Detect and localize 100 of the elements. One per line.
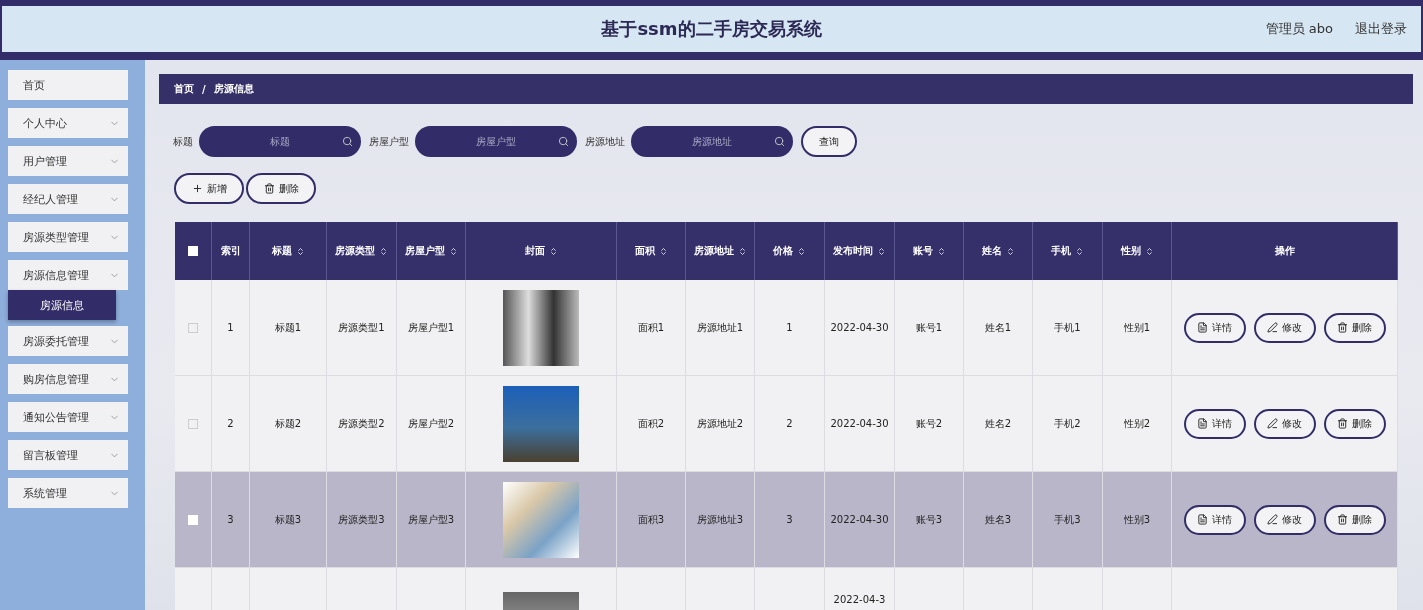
sort-icon[interactable] [295, 246, 305, 256]
sidebar-item[interactable]: 留言板管理 [8, 440, 128, 470]
header-cell: 姓名 [964, 222, 1033, 280]
logout-link[interactable]: 退出登录 [1355, 20, 1407, 38]
table-cell: 房源地址3 [686, 472, 755, 568]
header-cell: 发布时间 [825, 222, 895, 280]
table-cell: 面积2 [617, 376, 686, 472]
sort-icon[interactable] [1005, 246, 1015, 256]
table-cell: 性别1 [1103, 280, 1172, 376]
header-cell: 房源地址 [686, 222, 755, 280]
search-icon [774, 136, 785, 147]
header-cell: 房屋户型 [397, 222, 466, 280]
sort-icon[interactable] [737, 246, 747, 256]
table-cell: 房源类型3 [327, 472, 397, 568]
sidebar-item[interactable]: 房源信息管理 [8, 260, 128, 290]
table-cell: 手机3 [1033, 472, 1103, 568]
table-cell: 1 [755, 280, 825, 376]
plus-icon [191, 183, 203, 194]
header-cell: 操作 [1172, 222, 1398, 280]
table-cell: 标题3 [250, 472, 327, 568]
sidebar-item[interactable]: 房源类型管理 [8, 222, 128, 252]
table-cell: 1 [212, 280, 250, 376]
sidebar-item[interactable]: 购房信息管理 [8, 364, 128, 394]
table-cell: 房源地址2 [686, 376, 755, 472]
detail-button[interactable]: 详情 [1183, 312, 1246, 343]
table-cell: 姓名1 [964, 280, 1033, 376]
delete-button[interactable]: 删除 [246, 173, 316, 204]
sort-icon[interactable] [548, 246, 558, 256]
search-field[interactable]: 标题 [199, 126, 361, 157]
header-cell: 房源类型 [327, 222, 397, 280]
sort-icon[interactable] [658, 246, 668, 256]
document-icon [1197, 322, 1208, 333]
app-title: 基于ssm的二手房交易系统 [601, 17, 822, 41]
edit-button[interactable]: 修改 [1253, 408, 1316, 439]
sort-icon[interactable] [1075, 246, 1084, 256]
header-cell: 标题 [250, 222, 327, 280]
checkbox[interactable] [188, 418, 198, 429]
pen-icon [1267, 418, 1278, 429]
table-cell: 2 [212, 376, 250, 472]
search-icon [342, 136, 353, 147]
table-cell: 房屋户型3 [397, 472, 466, 568]
table-cell: 账号3 [895, 472, 964, 568]
table-cell: 面积3 [617, 472, 686, 568]
table-cell: 手机1 [1033, 280, 1103, 376]
detail-button[interactable]: 详情 [1183, 408, 1246, 439]
trash-icon [1337, 514, 1348, 525]
table-cell: 标题1 [250, 280, 327, 376]
table-cell: 2022-04-30 [825, 376, 895, 472]
header-cell: 面积 [617, 222, 686, 280]
checkbox[interactable] [188, 322, 198, 333]
sidebar-item[interactable]: 个人中心 [8, 108, 128, 138]
table-cell: 2022-04-3 [825, 568, 895, 610]
search-button[interactable]: 查询 [801, 126, 857, 157]
header-cell: 封面 [466, 222, 617, 280]
trash-icon [1337, 322, 1348, 333]
edit-button[interactable]: 修改 [1253, 312, 1316, 343]
sidebar-item[interactable]: 房源委托管理 [8, 326, 128, 356]
pen-icon [1267, 322, 1278, 333]
search-field[interactable]: 房源地址 [631, 126, 793, 157]
add-button[interactable]: 新增 [174, 173, 244, 204]
filter-label: 房源地址 [585, 134, 625, 149]
trash-icon [263, 183, 275, 194]
table-cell: 性别3 [1103, 472, 1172, 568]
header-cell: 手机 [1033, 222, 1103, 280]
table-cell: 房源类型1 [327, 280, 397, 376]
sidebar-item[interactable]: 通知公告管理 [8, 402, 128, 432]
sidebar-item[interactable]: 用户管理 [8, 146, 128, 176]
document-icon [1197, 514, 1208, 525]
sort-icon[interactable] [877, 246, 886, 256]
table-cell: 姓名3 [964, 472, 1033, 568]
table-cell: 房源类型2 [327, 376, 397, 472]
sort-icon[interactable] [1144, 246, 1154, 256]
table-cell: 3 [212, 472, 250, 568]
delete-button[interactable]: 删除 [1323, 504, 1386, 535]
sidebar-subitem[interactable]: 房源信息 [8, 290, 116, 320]
sort-icon[interactable] [936, 246, 946, 256]
sort-icon[interactable] [379, 246, 388, 256]
sidebar-item[interactable]: 首页 [8, 70, 128, 100]
table-cell: 2 [755, 376, 825, 472]
sort-icon[interactable] [797, 246, 806, 256]
delete-button[interactable]: 删除 [1323, 312, 1386, 343]
breadcrumb-separator: / [202, 83, 206, 95]
table-cell: 房源地址1 [686, 280, 755, 376]
sort-icon[interactable] [448, 246, 458, 256]
table-cell: 账号2 [895, 376, 964, 472]
detail-button[interactable]: 详情 [1183, 504, 1246, 535]
search-field[interactable]: 房屋户型 [415, 126, 577, 157]
breadcrumb-item[interactable]: 首页 [174, 82, 194, 96]
header-cell: 价格 [755, 222, 825, 280]
table-cell: 3 [755, 472, 825, 568]
filter-label: 标题 [173, 134, 193, 149]
table-cell: 性别2 [1103, 376, 1172, 472]
breadcrumb-item[interactable]: 房源信息 [213, 82, 254, 96]
edit-button[interactable]: 修改 [1253, 504, 1316, 535]
sidebar-item[interactable]: 经纪人管理 [8, 184, 128, 214]
sidebar-item[interactable]: 系统管理 [8, 478, 128, 508]
table-cell: 2022-04-30 [825, 472, 895, 568]
delete-button[interactable]: 删除 [1323, 408, 1386, 439]
table-cell: 房屋户型1 [397, 280, 466, 376]
table-cell: 账号1 [895, 280, 964, 376]
